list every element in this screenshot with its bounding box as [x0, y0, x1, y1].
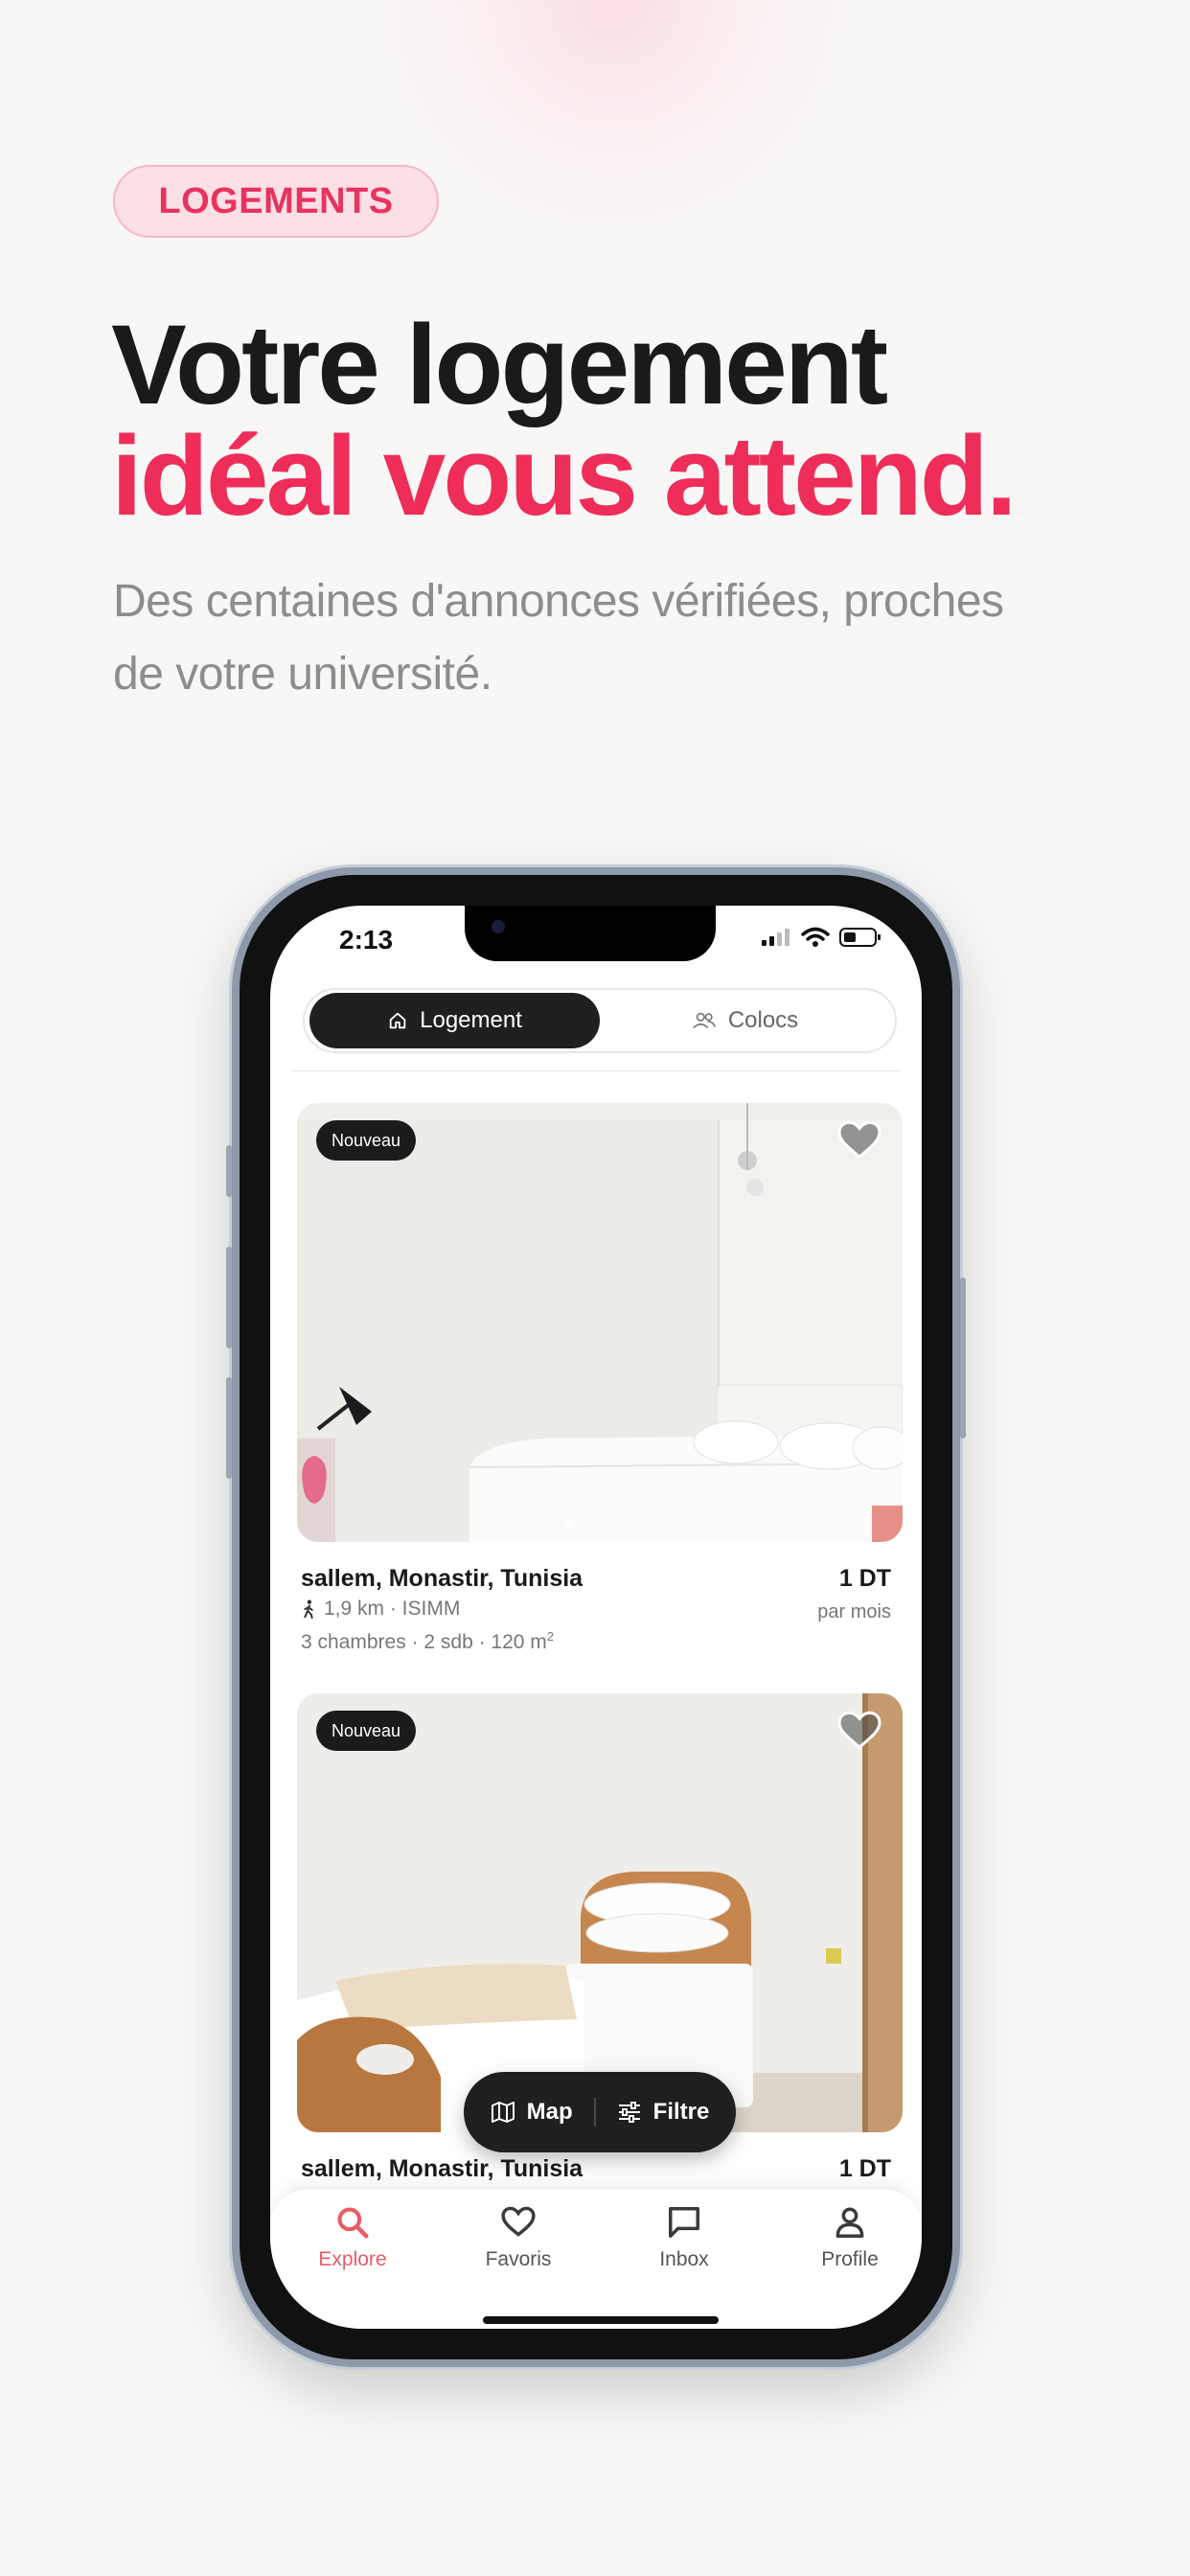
tab-explore-label: Explore [318, 2248, 387, 2270]
status-icons [761, 927, 881, 948]
search-icon [337, 2207, 369, 2239]
listing-title[interactable]: sallem, Monastir, Tunisia [301, 2155, 583, 2183]
status-time: 2:13 [339, 925, 394, 954]
background-glow [364, 0, 862, 249]
pager-dot [627, 1519, 634, 1527]
camera-icon [492, 920, 505, 933]
bottom-tab-bar: Explore Favoris Inbox Profile [270, 2188, 922, 2329]
tab-colocs[interactable]: Colocs [600, 993, 890, 1048]
phone-mute-switch [226, 1145, 232, 1197]
bedroom-photo [297, 1693, 903, 2132]
listing-price: 1 DT [838, 2155, 891, 2182]
float-divider [593, 2098, 596, 2127]
listing-title[interactable]: sallem, Monastir, Tunisia [301, 1565, 583, 1593]
hero-title-line-2: idéal vous attend. [111, 413, 1018, 540]
phone-mockup: 2:13 Logement Colocs Nouveau sallem, Mon… [226, 867, 966, 2367]
phone-volume-up [226, 1247, 232, 1348]
tab-explore[interactable]: Explore [286, 2204, 420, 2271]
new-badge: Nouveau [316, 1120, 417, 1161]
tab-colocs-label: Colocs [727, 1007, 799, 1033]
listing-distance-label: 1,9 km · ISIMM [324, 1598, 461, 1620]
category-tag: LOGEMENTS [113, 165, 439, 238]
favorite-heart-icon[interactable] [837, 1711, 881, 1751]
filter-button-label: Filtre [652, 2099, 710, 2125]
listing-photo[interactable]: Nouveau [297, 1693, 903, 2132]
favorite-heart-icon[interactable] [837, 1120, 881, 1161]
listing-details-text: 3 chambres · 2 sdb · 120 m [301, 1631, 547, 1653]
users-icon [693, 1012, 716, 1029]
listing-price: 1 DT [838, 1565, 891, 1592]
map-filter-bar: Map Filtre [464, 2072, 736, 2152]
bedroom-photo [297, 1103, 903, 1542]
home-indicator[interactable] [483, 2316, 719, 2324]
map-button[interactable]: Map [491, 2099, 573, 2126]
phone-volume-down [226, 1377, 232, 1479]
map-icon [491, 2102, 515, 2123]
listing-distance: 1,9 km · ISIMM [301, 1598, 460, 1621]
pager-dot [596, 1519, 604, 1527]
home-icon [389, 1012, 406, 1029]
wifi-icon [801, 927, 830, 947]
hero-title-line-1: Votre logement [111, 302, 888, 428]
battery-icon [839, 928, 881, 947]
listing-photo[interactable]: Nouveau [297, 1103, 903, 1542]
photo-pager[interactable] [297, 1519, 903, 1527]
listing-period: par mois [817, 1601, 891, 1622]
phone-power-button [960, 1277, 966, 1438]
tab-profile-label: Profile [821, 2248, 879, 2270]
map-button-label: Map [526, 2099, 573, 2125]
signal-icon [762, 929, 790, 946]
new-badge: Nouveau [316, 1711, 417, 1751]
tab-profile[interactable]: Profile [783, 2204, 917, 2271]
pager-dot [565, 1519, 573, 1527]
pager-dot [581, 1519, 588, 1527]
listing-details: 3 chambres · 2 sdb · 120 m2 [301, 1629, 554, 1654]
hero-subtitle: Des centaines d'annonces vérifiées, proc… [113, 576, 1004, 700]
tab-logement[interactable]: Logement [309, 993, 600, 1048]
filter-button[interactable]: Filtre [617, 2099, 710, 2126]
message-icon [669, 2207, 699, 2238]
area-unit-superscript: 2 [546, 1629, 555, 1644]
tab-inbox[interactable]: Inbox [617, 2204, 751, 2271]
notch [465, 906, 716, 961]
pager-dot [611, 1519, 619, 1527]
tab-inbox-label: Inbox [659, 2248, 709, 2270]
tab-favoris-label: Favoris [485, 2248, 552, 2270]
tab-favoris[interactable]: Favoris [451, 2204, 585, 2271]
listing-type-switch: Logement Colocs [303, 988, 897, 1053]
phone-screen: 2:13 Logement Colocs Nouveau sallem, Mon… [270, 906, 922, 2329]
person-icon [835, 2207, 864, 2238]
walking-icon [304, 1599, 313, 1619]
heart-icon [501, 2206, 536, 2237]
header-divider [291, 1070, 901, 1071]
sliders-icon [618, 2102, 640, 2123]
hero-title: Votre logement idéal vous attend. [111, 309, 1018, 540]
tab-logement-label: Logement [420, 1007, 522, 1033]
